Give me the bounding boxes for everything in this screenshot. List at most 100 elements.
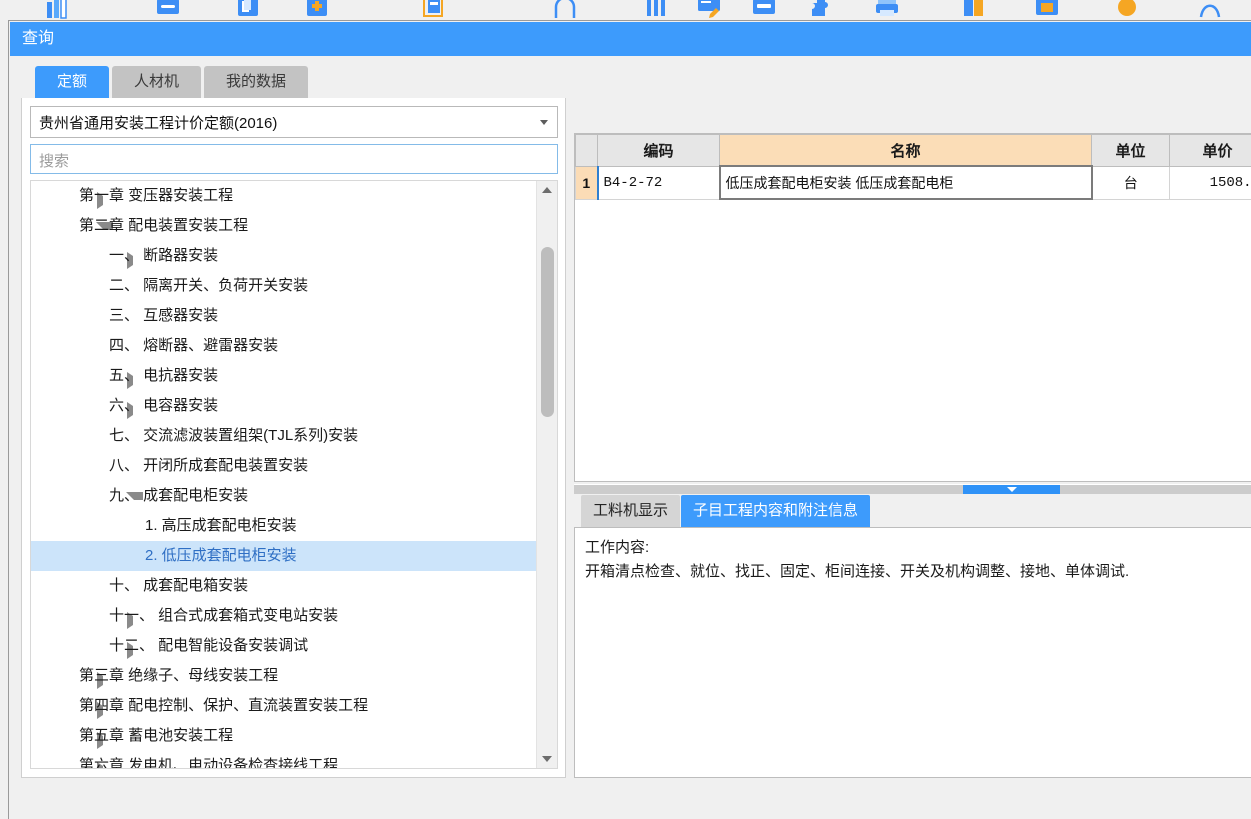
tree-scrollbar[interactable] bbox=[536, 181, 557, 768]
book-icon[interactable] bbox=[957, 0, 991, 20]
tree-item[interactable]: 五、 电抗器安装 bbox=[31, 361, 536, 391]
scrollbar-thumb[interactable] bbox=[541, 247, 554, 417]
dialog-titlebar: 查询 bbox=[10, 22, 1251, 56]
cell-code[interactable]: B4-2-72 bbox=[597, 165, 720, 200]
cell-rownum[interactable]: 1 bbox=[575, 165, 599, 200]
tree-item-label: 第五章 蓄电池安装工程 bbox=[79, 727, 234, 744]
work-content-text: 开箱清点检查、就位、找正、固定、柜间连接、开关及机构调整、接地、单体调试. bbox=[585, 563, 1130, 580]
tree-item[interactable]: 第五章 蓄电池安装工程 bbox=[31, 721, 536, 751]
panel-splitter[interactable] bbox=[574, 484, 1251, 494]
tree-item-label: 三、 互感器安装 bbox=[109, 307, 219, 324]
scroll-up-button[interactable] bbox=[537, 181, 557, 199]
tree-item-label: 1. 高压成套配电柜安装 bbox=[145, 517, 297, 534]
library-select[interactable]: 贵州省通用安装工程计价定额(2016) bbox=[30, 106, 558, 138]
library-select-value: 贵州省通用安装工程计价定额(2016) bbox=[39, 115, 278, 132]
col-header-code[interactable]: 编码 bbox=[597, 134, 720, 167]
tree-item[interactable]: 第六章 发电机、电动设备检查接线工程 bbox=[31, 751, 536, 768]
copy-folder-icon[interactable] bbox=[231, 0, 265, 20]
top-toolbar-strip bbox=[0, 0, 1251, 20]
tree-item[interactable]: 十二、 配电智能设备安装调试 bbox=[31, 631, 536, 661]
printer-icon[interactable] bbox=[870, 0, 904, 20]
tree-item[interactable]: 一、 断路器安装 bbox=[31, 241, 536, 271]
tree-item-label: 第六章 发电机、电动设备检查接线工程 bbox=[79, 757, 339, 768]
search-placeholder: 搜索 bbox=[39, 153, 70, 170]
tree-item[interactable]: 三、 互感器安装 bbox=[31, 301, 536, 331]
main-tab-label: 定额 bbox=[57, 73, 88, 90]
col-header-rownum[interactable] bbox=[575, 134, 598, 167]
definition-tree: 第一章 变压器安装工程 第二章 配电装置安装工程 一、 断路器安装二、 隔离开关、负… bbox=[30, 180, 558, 769]
triangle-up-icon bbox=[542, 187, 552, 193]
right-panel: 编码 名称 单位 单价 1 B4-2-72 低压成套配电柜安装 低压成套配电柜台 15… bbox=[574, 133, 1251, 778]
table-header-row: 编码 名称 单位 单价 bbox=[575, 134, 1251, 167]
tree-item-label: 五、 电抗器安装 bbox=[109, 367, 219, 384]
curve-icon[interactable] bbox=[1193, 0, 1227, 20]
minus-card-icon[interactable] bbox=[151, 0, 185, 20]
tree-item[interactable]: 六、 电容器安装 bbox=[31, 391, 536, 421]
left-panel: 贵州省通用安装工程计价定额(2016) 搜索 第一章 变压器安装工程 第二章 配电… bbox=[21, 98, 566, 778]
tree-item-label: 第三章 绝缘子、母线安装工程 bbox=[79, 667, 279, 684]
puzzle-icon[interactable] bbox=[804, 0, 838, 20]
col-header-name[interactable]: 名称 bbox=[719, 134, 1092, 167]
tree-item[interactable]: 第一章 变压器安装工程 bbox=[31, 181, 536, 211]
tree-item-label: 第二章 配电装置安装工程 bbox=[79, 217, 249, 234]
add-folder-icon[interactable] bbox=[300, 0, 334, 20]
main-tab-label: 人材机 bbox=[134, 73, 180, 90]
tree-item[interactable]: 十、 成套配电箱安装 bbox=[31, 571, 536, 601]
results-table: 编码 名称 单位 单价 1 B4-2-72 低压成套配电柜安装 低压成套配电柜台 15… bbox=[575, 134, 1251, 200]
tree-item[interactable]: 二、 隔离开关、负荷开关安装 bbox=[31, 271, 536, 301]
main-tabs: 定额 人材机 我的数据 bbox=[35, 66, 311, 98]
columns-icon[interactable] bbox=[640, 0, 674, 20]
bottom-tab-content: 工作内容: 开箱清点检查、就位、找正、固定、柜间连接、开关及机构调整、接地、单体… bbox=[574, 527, 1251, 778]
main-tab-label: 我的数据 bbox=[226, 73, 287, 90]
tree-item[interactable]: 十一、 组合式成套箱式变电站安装 bbox=[31, 601, 536, 631]
arch-icon[interactable] bbox=[548, 0, 582, 20]
col-header-unit[interactable]: 单位 bbox=[1091, 134, 1170, 167]
edit-window-icon[interactable] bbox=[692, 0, 726, 20]
tree-item-label: 2. 低压成套配电柜安装 bbox=[145, 547, 297, 564]
main-tab-0[interactable]: 定额 bbox=[35, 66, 110, 98]
tree-item[interactable]: 第四章 配电控制、保护、直流装置安装工程 bbox=[31, 691, 536, 721]
cell-name[interactable]: 低压成套配电柜安装 低压成套配电柜 bbox=[718, 165, 1093, 200]
search-input[interactable]: 搜索 bbox=[30, 144, 558, 174]
triangle-down-icon bbox=[542, 756, 552, 762]
main-tab-2[interactable]: 我的数据 bbox=[204, 66, 309, 98]
tree-item-label: 十二、 配电智能设备安装调试 bbox=[109, 637, 309, 654]
col-header-price[interactable]: 单价 bbox=[1169, 134, 1251, 167]
tree-item-label: 八、 开闭所成套配电装置安装 bbox=[109, 457, 309, 474]
tree-item[interactable]: 八、 开闭所成套配电装置安装 bbox=[31, 451, 536, 481]
image-window-icon[interactable] bbox=[1030, 0, 1064, 20]
tree-item[interactable]: 1. 高压成套配电柜安装 bbox=[31, 511, 536, 541]
tree-item[interactable]: 四、 熔断器、避雷器安装 bbox=[31, 331, 536, 361]
tree-item-label: 四、 熔断器、避雷器安装 bbox=[109, 337, 279, 354]
main-tab-1[interactable]: 人材机 bbox=[112, 66, 202, 98]
dialog-title: 查询 bbox=[22, 30, 55, 47]
tree-item-label: 一、 断路器安装 bbox=[109, 247, 219, 264]
tree-item[interactable]: 2. 低压成套配电柜安装 bbox=[31, 541, 536, 571]
cell-price[interactable]: 1508.4 bbox=[1169, 165, 1251, 200]
tree-item-label: 十一、 组合式成套箱式变电站安装 bbox=[109, 607, 339, 624]
cell-unit[interactable]: 台 bbox=[1091, 165, 1170, 200]
query-dialog: 查询 定额 人材机 我的数据 贵州省通用安装工程计价定额(2016) 搜索 第一章 … bbox=[8, 20, 1251, 819]
bottom-tab-0[interactable]: 工料机显示 bbox=[581, 495, 681, 527]
bottom-tab-1[interactable]: 子目工程内容和附注信息 bbox=[681, 495, 871, 527]
tree-item-label: 九、 成套配电柜安装 bbox=[109, 487, 249, 504]
tree-item[interactable]: 七、 交流滤波装置组架(TJL系列)安装 bbox=[31, 421, 536, 451]
tree-item-label: 七、 交流滤波装置组架(TJL系列)安装 bbox=[109, 427, 359, 444]
tree-item[interactable]: 九、 成套配电柜安装 bbox=[31, 481, 536, 511]
splitter-collapse-handle[interactable] bbox=[963, 485, 1060, 494]
tree-item-label: 二、 隔离开关、负荷开关安装 bbox=[109, 277, 309, 294]
bottom-tab-label: 工料机显示 bbox=[593, 502, 669, 519]
circle-icon[interactable] bbox=[1110, 0, 1144, 20]
work-content-heading: 工作内容: bbox=[585, 539, 650, 556]
tree-rows: 第一章 变压器安装工程 第二章 配电装置安装工程 一、 断路器安装二、 隔离开关、负… bbox=[31, 181, 536, 768]
tree-item-label: 第一章 变压器安装工程 bbox=[79, 187, 234, 204]
chart-bars-icon[interactable] bbox=[40, 0, 74, 20]
table-body: 1B4-2-72低压成套配电柜安装 低压成套配电柜台1508.4 bbox=[575, 165, 1251, 200]
table-row[interactable]: 1B4-2-72低压成套配电柜安装 低压成套配电柜台1508.4 bbox=[575, 165, 1251, 200]
window-icon[interactable] bbox=[747, 0, 781, 20]
chevron-down-icon bbox=[1006, 487, 1017, 492]
tree-item[interactable]: 第三章 绝缘子、母线安装工程 bbox=[31, 661, 536, 691]
calculator-icon[interactable] bbox=[416, 0, 450, 20]
scroll-down-button[interactable] bbox=[537, 750, 557, 768]
tree-item[interactable]: 第二章 配电装置安装工程 bbox=[31, 211, 536, 241]
